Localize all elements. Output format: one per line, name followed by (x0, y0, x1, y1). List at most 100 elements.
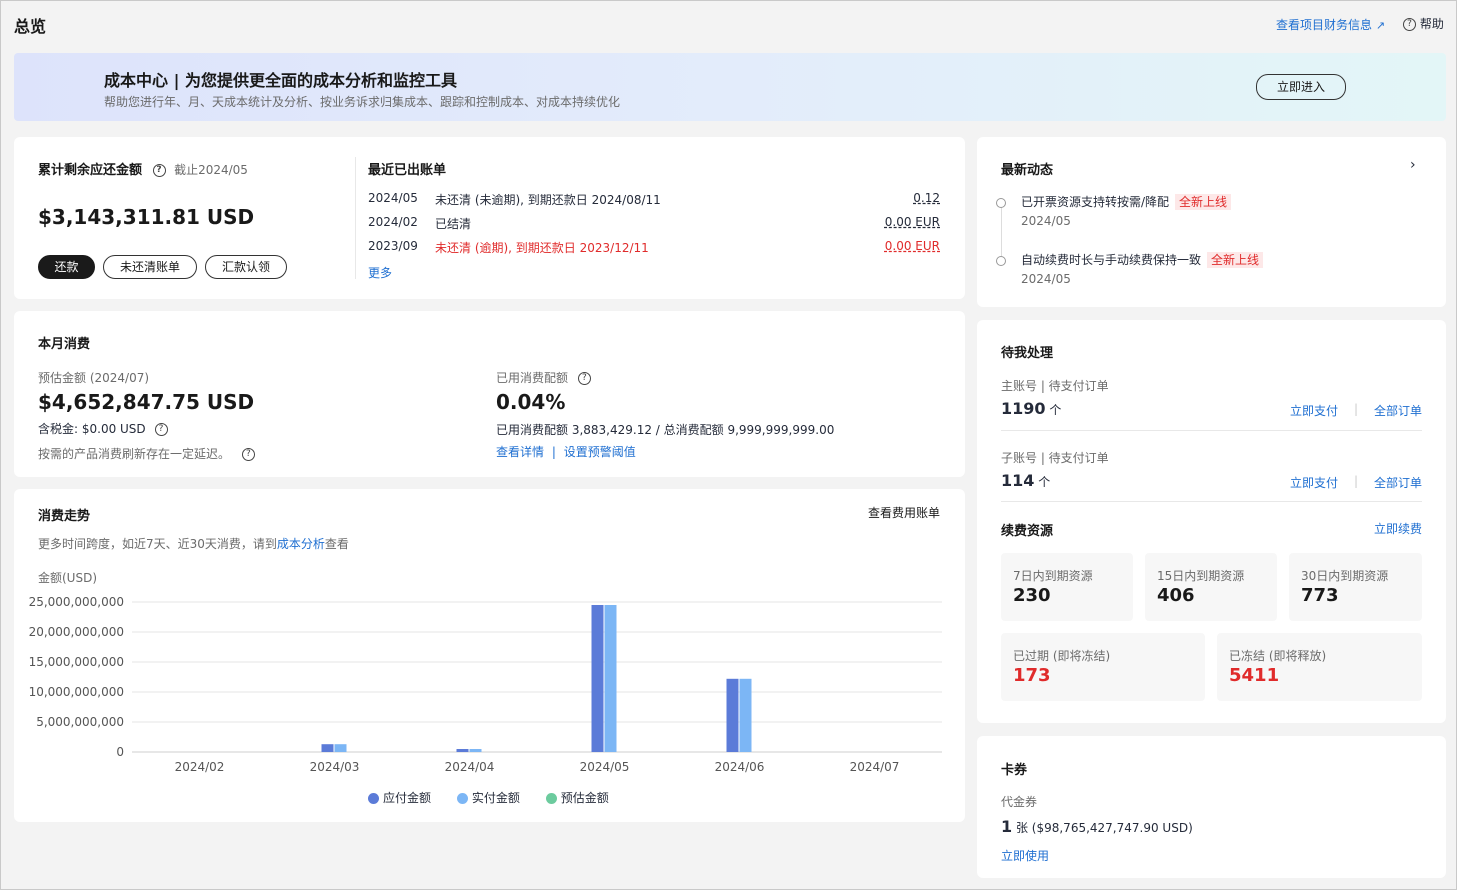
divider (355, 157, 356, 279)
stat-value: 173 (1013, 665, 1051, 686)
help-icon[interactable]: ? (577, 372, 591, 385)
news-title: 最新动态 (1001, 163, 1054, 178)
legend-label: 预估金额 (560, 791, 609, 805)
count-unit: 个 (1049, 403, 1062, 417)
stat-15day[interactable]: 15日内到期资源 406 (1145, 553, 1277, 621)
y-tick-label: 5,000,000,000 (36, 715, 124, 729)
view-bills-link[interactable]: 查看费用账单 (868, 504, 940, 521)
pay-now-link[interactable]: 立即支付 (1290, 402, 1338, 419)
divider: | (1354, 402, 1359, 416)
stat-value: 230 (1013, 585, 1051, 606)
bill-row[interactable]: 2023/09 未还清 (逾期), 到期还款日 2023/12/11 0.00 … (368, 239, 940, 259)
enter-cost-center-button[interactable]: 立即进入 (1256, 74, 1346, 100)
delay-note-text: 按需的产品消费刷新存在一定延迟。 (38, 447, 231, 461)
stat-frozen[interactable]: 已冻结 (即将释放) 5411 (1217, 633, 1422, 701)
bar[interactable] (469, 749, 482, 752)
trend-note-prefix: 更多时间跨度，如近7天、近30天消费，请到 (38, 537, 277, 551)
all-orders-link[interactable]: 全部订单 (1374, 474, 1422, 491)
banner-title: 成本中心 | 为您提供更全面的成本分析和监控工具 (104, 71, 457, 90)
news-item-text[interactable]: 自动续费时长与手动续费保持一致 (1021, 253, 1201, 267)
monthly-title: 本月消费 (38, 337, 91, 352)
trend-chart: 金额(USD) 25,000,000,000 20,000,000,000 15,0… (29, 570, 942, 774)
bill-row[interactable]: 2024/05 未还清 (未逾期), 到期还款日 2024/08/11 0.12 (368, 191, 940, 211)
bar[interactable] (334, 744, 347, 752)
bill-status: 未还清 (未逾期), 到期还款日 2024/08/11 (435, 193, 661, 207)
bill-status: 已结清 (435, 217, 472, 231)
y-tick-label: 20,000,000,000 (29, 625, 124, 639)
quota-label-line: 已用消费配额 ? (496, 369, 591, 386)
legend-dot (368, 793, 379, 804)
remit-claim-button[interactable]: 汇款认领 (205, 255, 287, 279)
main-pending-count-line: 1190 个 (1001, 399, 1061, 418)
bill-amount[interactable]: 0.00 EUR (885, 215, 940, 229)
help-icon: ? (1403, 18, 1416, 31)
delay-note: 按需的产品消费刷新存在一定延迟。 ? (38, 445, 255, 462)
chevron-right-icon[interactable]: › (1410, 157, 1416, 173)
stat-value: 5411 (1229, 665, 1280, 686)
all-orders-link[interactable]: 全部订单 (1374, 402, 1422, 419)
bill-row[interactable]: 2024/02 已结清 0.00 EUR (368, 215, 940, 235)
help-icon[interactable]: ? (241, 448, 255, 461)
stat-value: 406 (1157, 585, 1195, 606)
view-detail-link[interactable]: 查看详情 (496, 445, 544, 459)
help-button[interactable]: ? 帮助 (1403, 15, 1444, 32)
stat-label: 已冻结 (即将释放) (1229, 649, 1327, 663)
legend-item[interactable]: 实付金额 (456, 791, 524, 805)
bar[interactable] (604, 605, 617, 752)
bar[interactable] (456, 749, 469, 752)
chart-ylabel: 金额(USD) (38, 570, 97, 585)
legend-item[interactable]: 应付金额 (368, 791, 435, 805)
stat-label: 7日内到期资源 (1013, 569, 1093, 583)
bar[interactable] (726, 678, 739, 752)
bar[interactable] (321, 744, 334, 752)
use-voucher-link[interactable]: 立即使用 (1001, 847, 1049, 864)
tax-label: 含税金: $0.00 USD (38, 422, 146, 436)
renew-now-link[interactable]: 立即续费 (1374, 520, 1422, 537)
banner-subtitle: 帮助您进行年、月、天成本统计及分析、按业务诉求归集成本、跟踪和控制成本、对成本持… (104, 95, 621, 109)
voucher-count: 1 (1001, 817, 1013, 836)
help-icon[interactable]: ? (152, 164, 166, 177)
finance-info-link-label[interactable]: 查看项目财务信息 (1276, 18, 1372, 32)
cost-analysis-link[interactable]: 成本分析 (277, 537, 325, 551)
voucher-detail: 张 ($98,765,427,747.90 USD) (1015, 821, 1193, 835)
news-item[interactable]: 已开票资源支持转按需/降配 全新上线 (1021, 193, 1232, 210)
y-tick-label: 15,000,000,000 (29, 655, 124, 669)
timeline-dot (996, 256, 1006, 266)
bar[interactable] (591, 605, 604, 752)
x-tick-label: 2024/03 (310, 760, 360, 774)
stat-7day[interactable]: 7日内到期资源 230 (1001, 553, 1133, 621)
unpaid-bills-button[interactable]: 未还清账单 (103, 255, 197, 279)
coupons-title: 卡券 (1001, 763, 1028, 778)
sub-account-label: 子账号 | 待支付订单 (1001, 451, 1109, 465)
help-icon[interactable]: ? (154, 423, 168, 436)
news-item[interactable]: 自动续费时长与手动续费保持一致 全新上线 (1021, 251, 1264, 268)
news-item-text[interactable]: 已开票资源支持转按需/降配 (1021, 195, 1169, 209)
bill-month: 2024/05 (368, 191, 418, 205)
help-label: 帮助 (1419, 17, 1444, 31)
count-unit: 个 (1038, 475, 1051, 489)
chart-grid (132, 601, 942, 753)
stat-30day[interactable]: 30日内到期资源 773 (1289, 553, 1422, 621)
voucher-count-line: 1 张 ($98,765,427,747.90 USD) (1001, 817, 1193, 836)
estimate-amount: $4,652,847.75 USD (38, 390, 255, 414)
finance-info-link[interactable]: 查看项目财务信息 ↗ (1276, 16, 1385, 33)
legend-item[interactable]: 预估金额 (545, 791, 609, 805)
bill-amount[interactable]: 0.00 EUR (885, 239, 940, 253)
timeline-dot (996, 198, 1006, 208)
set-alert-link[interactable]: 设置预警阈值 (564, 445, 636, 459)
y-tick-label: 10,000,000,000 (29, 685, 124, 699)
stat-label: 已过期 (即将冻结) (1013, 649, 1111, 663)
stat-label: 15日内到期资源 (1157, 569, 1245, 583)
voucher-label: 代金券 (1001, 795, 1038, 809)
bill-amount[interactable]: 0.12 (913, 191, 940, 205)
divider: | (1354, 474, 1359, 488)
balance-amount: $3,143,311.81 USD (38, 205, 255, 229)
pay-now-link[interactable]: 立即支付 (1290, 474, 1338, 491)
bar[interactable] (739, 678, 752, 752)
quota-links: 查看详情 | 设置预警阈值 (496, 445, 636, 459)
stat-label: 30日内到期资源 (1301, 569, 1389, 583)
stat-expired[interactable]: 已过期 (即将冻结) 173 (1001, 633, 1205, 701)
page-title: 总览 (14, 17, 47, 36)
repay-button[interactable]: 还款 (38, 255, 95, 279)
more-bills-link[interactable]: 更多 (368, 264, 392, 281)
